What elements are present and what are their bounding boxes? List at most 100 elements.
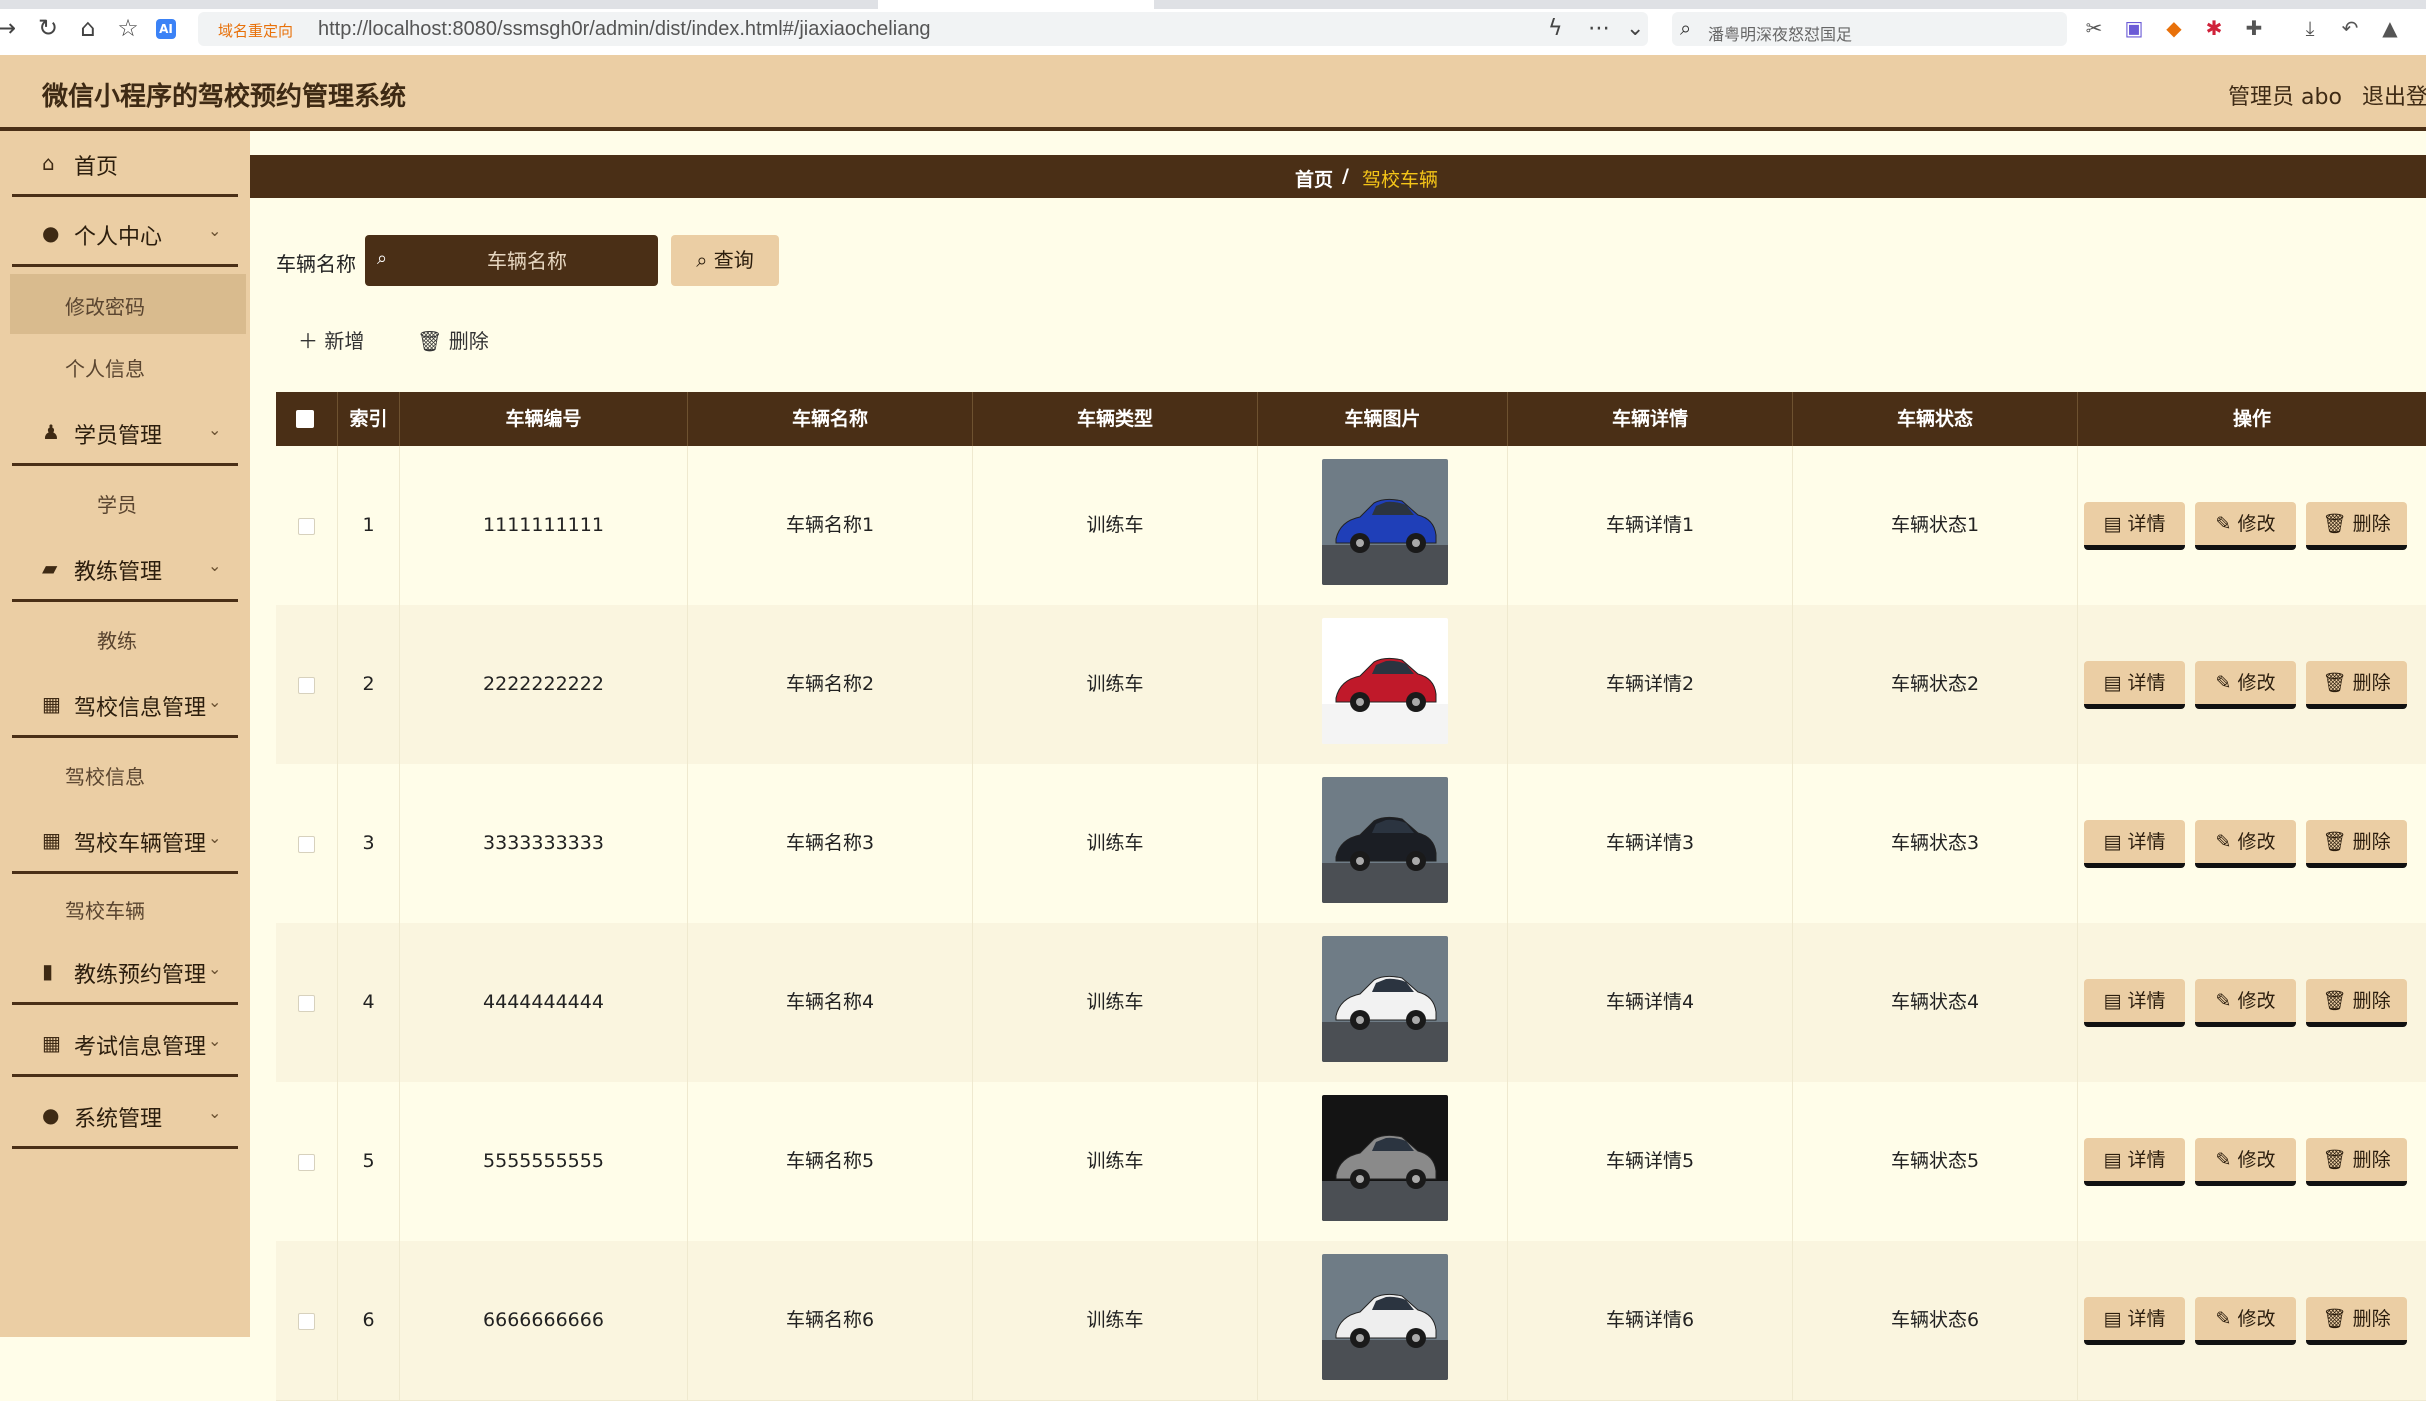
batch-delete-button[interactable]: 🗑 删除	[417, 325, 489, 354]
search-box[interactable]: ⌕	[365, 235, 658, 286]
menu-label: 驾校车辆管理	[74, 832, 207, 857]
menu-coach-management[interactable]: ▰ 教练管理 ⌄	[12, 536, 238, 602]
edit-button[interactable]: ✎ 修改	[2195, 979, 2296, 1027]
vehicle-photo[interactable]	[1322, 459, 1448, 585]
cell-type: 训练车	[973, 446, 1258, 605]
table-row: 2 2222222222 车辆名称2 训练车 车辆详情2 车辆状态2 ▤ 详情 ✎ 修改 🗑 删…	[276, 605, 2426, 765]
table-row: 1 1111111111 车辆名称1 训练车 车辆详情1 车辆状态1 ▤ 详情 ✎ 修改 🗑 删…	[276, 446, 2426, 606]
vehicle-photo[interactable]	[1322, 777, 1448, 903]
menu-vehicle-management[interactable]: ▦ 驾校车辆管理 ⌄	[12, 808, 238, 874]
home-browser-icon[interactable]: ⌂	[74, 14, 102, 42]
logout-button[interactable]: 退出登录	[2362, 79, 2426, 111]
chevron-down-icon: ⌄	[208, 828, 222, 847]
cell-type: 训练车	[973, 764, 1258, 923]
submenu-student[interactable]: 学员	[10, 472, 246, 532]
lightning-icon[interactable]: ϟ	[1548, 16, 1563, 41]
vehicle-photo[interactable]	[1322, 936, 1448, 1062]
edit-button[interactable]: ✎ 修改	[2195, 1297, 2296, 1345]
game-icon[interactable]: ◆	[2162, 16, 2186, 40]
document-icon: ▤	[2103, 1149, 2128, 1171]
submenu-label: 驾校车辆	[65, 899, 145, 923]
row-checkbox[interactable]	[298, 1154, 315, 1171]
menu-coach-booking-management[interactable]: ▮ 教练预约管理 ⌄	[12, 939, 238, 1005]
submenu-school-info[interactable]: 驾校信息	[10, 744, 246, 804]
detail-button[interactable]: ▤ 详情	[2084, 820, 2185, 868]
menu-label: 个人中心	[74, 225, 163, 250]
extension-icon[interactable]: ✱	[2202, 16, 2226, 40]
vehicle-photo[interactable]	[1322, 1254, 1448, 1380]
delete-button[interactable]: 🗑 删除	[2306, 1297, 2407, 1345]
document-icon: ▤	[2103, 513, 2128, 535]
edit-button[interactable]: ✎ 修改	[2195, 661, 2296, 709]
cell-type: 训练车	[973, 1241, 1258, 1400]
vehicle-photo[interactable]	[1322, 618, 1448, 744]
translate-icon[interactable]: ▣	[2122, 16, 2146, 40]
undo-icon[interactable]: ↶	[2338, 16, 2362, 40]
row-checkbox[interactable]	[298, 518, 315, 535]
browser-active-tab[interactable]	[878, 0, 1154, 9]
bag-icon[interactable]: ▲	[2378, 16, 2402, 40]
header-detail: 车辆详情	[1508, 392, 1793, 446]
menu-school-info-management[interactable]: ▦ 驾校信息管理 ⌄	[12, 672, 238, 738]
app-title: 微信小程序的驾校预约管理系统	[42, 82, 407, 112]
chevron-down-icon: ⌄	[208, 221, 222, 240]
submenu-personal-info[interactable]: 个人信息	[10, 336, 246, 396]
edit-button[interactable]: ✎ 修改	[2195, 1138, 2296, 1186]
address-bar[interactable]: 域名重定向 http://localhost:8080/ssmsgh0r/adm…	[198, 12, 1648, 46]
header-index: 索引	[338, 392, 400, 446]
select-all-checkbox[interactable]	[296, 410, 314, 428]
detail-button-label: 详情	[2127, 990, 2166, 1012]
chevron-down-icon: ⌄	[208, 692, 222, 711]
chevron-down-icon: ⌄	[208, 959, 222, 978]
menu-exam-management[interactable]: ▦ 考试信息管理 ⌄	[12, 1011, 238, 1077]
delete-button[interactable]: 🗑 删除	[2306, 502, 2407, 550]
row-checkbox[interactable]	[298, 995, 315, 1012]
scissors-icon[interactable]: ✂	[2082, 16, 2106, 40]
browser-search-box[interactable]: ⌕ 潘粤明深夜怒怼国足	[1672, 12, 2067, 46]
header-name: 车辆名称	[688, 392, 973, 446]
user-icon: ●	[42, 221, 60, 245]
menu-home[interactable]: ⌂ 首页	[12, 131, 238, 197]
delete-button[interactable]: 🗑 删除	[2306, 661, 2407, 709]
edit-button[interactable]: ✎ 修改	[2195, 820, 2296, 868]
detail-button[interactable]: ▤ 详情	[2084, 1297, 2185, 1345]
header-code: 车辆编号	[400, 392, 688, 446]
forward-icon[interactable]: →	[0, 14, 20, 42]
vehicle-name-search-input[interactable]	[405, 243, 649, 279]
favorites-icon[interactable]: ☆	[114, 14, 142, 42]
breadcrumb-home[interactable]: 首页	[1295, 165, 1333, 192]
menu-personal-center[interactable]: ● 个人中心 ⌄	[12, 201, 238, 267]
add-button[interactable]: ＋ 新增	[298, 325, 364, 354]
detail-button[interactable]: ▤ 详情	[2084, 502, 2185, 550]
detail-button[interactable]: ▤ 详情	[2084, 1138, 2185, 1186]
submenu-coach[interactable]: 教练	[10, 608, 246, 668]
reload-icon[interactable]: ↻	[34, 14, 62, 42]
ai-assistant-icon[interactable]: AI	[156, 19, 176, 39]
url-text[interactable]: http://localhost:8080/ssmsgh0r/admin/dis…	[318, 18, 931, 41]
row-checkbox[interactable]	[298, 1313, 315, 1330]
redirect-tag: 域名重定向	[218, 22, 294, 40]
detail-button[interactable]: ▤ 详情	[2084, 661, 2185, 709]
cell-status: 车辆状态1	[1793, 446, 2078, 605]
row-checkbox[interactable]	[298, 836, 315, 853]
submenu-vehicles[interactable]: 驾校车辆	[10, 878, 246, 938]
row-checkbox[interactable]	[298, 677, 315, 694]
menu-system-management[interactable]: ● 系统管理 ⌄	[12, 1083, 238, 1149]
download-icon[interactable]: ⤓	[2298, 16, 2322, 40]
cell-index: 3	[338, 764, 400, 923]
browser-search-text[interactable]: 潘粤明深夜怒怼国足	[1708, 21, 1852, 45]
menu-student-management[interactable]: ♟ 学员管理 ⌄	[12, 400, 238, 466]
more-icon[interactable]: ⋯	[1588, 16, 1610, 41]
detail-button[interactable]: ▤ 详情	[2084, 979, 2185, 1027]
edit-button[interactable]: ✎ 修改	[2195, 502, 2296, 550]
query-button[interactable]: ⌕ 查询	[671, 235, 779, 286]
vehicle-photo[interactable]	[1322, 1095, 1448, 1221]
puzzle-icon[interactable]: ✚	[2242, 16, 2266, 40]
chevron-down-icon[interactable]: ⌄	[1626, 16, 1644, 41]
delete-button[interactable]: 🗑 删除	[2306, 820, 2407, 868]
cell-status: 车辆状态3	[1793, 764, 2078, 923]
delete-button[interactable]: 🗑 删除	[2306, 979, 2407, 1027]
document-icon: ▤	[2103, 990, 2128, 1012]
delete-button[interactable]: 🗑 删除	[2306, 1138, 2407, 1186]
submenu-change-password[interactable]: 修改密码	[10, 274, 246, 334]
